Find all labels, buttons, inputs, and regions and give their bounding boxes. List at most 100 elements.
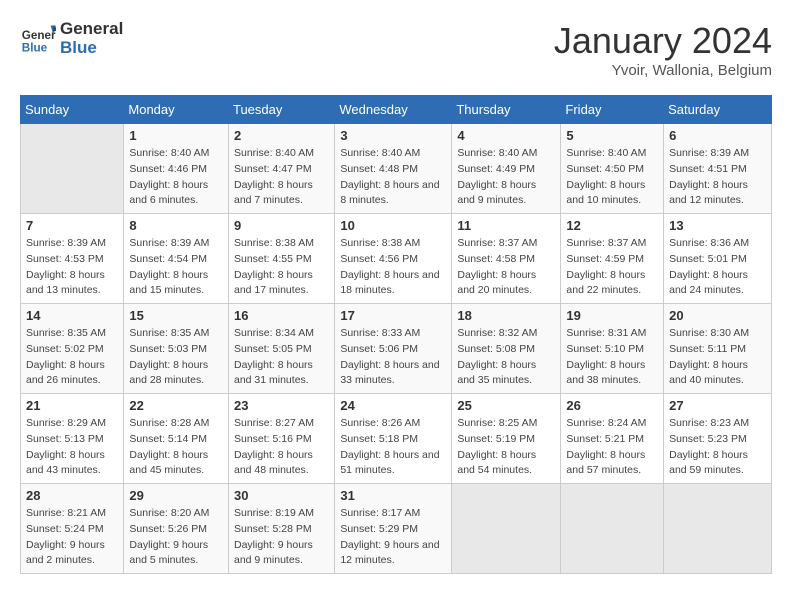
day-number: 21 xyxy=(26,398,118,413)
day-number: 11 xyxy=(457,218,555,233)
day-number: 18 xyxy=(457,308,555,323)
calendar-cell: 8 Sunrise: 8:39 AMSunset: 4:54 PMDaylight… xyxy=(124,214,229,304)
day-number: 15 xyxy=(129,308,223,323)
calendar-cell xyxy=(561,484,664,574)
day-number: 9 xyxy=(234,218,329,233)
day-number: 12 xyxy=(566,218,658,233)
calendar-cell: 27Sunrise: 8:23 AMSunset: 5:23 PMDayligh… xyxy=(664,394,772,484)
calendar-cell: 23Sunrise: 8:27 AMSunset: 5:16 PMDayligh… xyxy=(228,394,334,484)
day-number: 16 xyxy=(234,308,329,323)
day-number: 24 xyxy=(340,398,446,413)
day-number: 14 xyxy=(26,308,118,323)
calendar-cell: 13 Sunrise: 8:36 AMSunset: 5:01 PMDayligh… xyxy=(664,214,772,304)
day-info: Sunrise: 8:19 AMSunset: 5:28 PMDaylight:… xyxy=(234,506,329,569)
svg-text:Blue: Blue xyxy=(22,41,48,54)
day-info: Sunrise: 8:39 AMSunset: 4:53 PMDaylight:… xyxy=(26,236,118,299)
calendar-cell: 22 Sunrise: 8:28 AMSunset: 5:14 PMDayligh… xyxy=(124,394,229,484)
calendar-cell: 1Sunrise: 8:40 AMSunset: 4:46 PMDaylight… xyxy=(124,124,229,214)
day-info: Sunrise: 8:21 AMSunset: 5:24 PMDaylight:… xyxy=(26,506,118,569)
calendar-cell xyxy=(664,484,772,574)
logo-general: General xyxy=(60,20,123,39)
day-number: 22 xyxy=(129,398,223,413)
day-number: 2 xyxy=(234,128,329,143)
day-number: 19 xyxy=(566,308,658,323)
weekday-header-friday: Friday xyxy=(561,96,664,124)
day-number: 6 xyxy=(669,128,766,143)
day-info: Sunrise: 8:28 AMSunset: 5:14 PMDaylight:… xyxy=(129,416,223,479)
day-info: Sunrise: 8:24 AMSunset: 5:21 PMDaylight:… xyxy=(566,416,658,479)
logo-blue: Blue xyxy=(60,39,123,58)
calendar-cell: 24Sunrise: 8:26 AMSunset: 5:18 PMDayligh… xyxy=(335,394,452,484)
day-number: 29 xyxy=(129,488,223,503)
calendar-cell: 25 Sunrise: 8:25 AMSunset: 5:19 PMDayligh… xyxy=(452,394,561,484)
calendar-cell: 30 Sunrise: 8:19 AMSunset: 5:28 PMDayligh… xyxy=(228,484,334,574)
day-number: 3 xyxy=(340,128,446,143)
logo-icon: General Blue xyxy=(20,21,56,57)
day-info: Sunrise: 8:40 AMSunset: 4:49 PMDaylight:… xyxy=(457,146,555,209)
day-info: Sunrise: 8:29 AMSunset: 5:13 PMDaylight:… xyxy=(26,416,118,479)
calendar-cell: 20Sunrise: 8:30 AMSunset: 5:11 PMDayligh… xyxy=(664,304,772,394)
calendar-cell: 28 Sunrise: 8:21 AMSunset: 5:24 PMDayligh… xyxy=(21,484,124,574)
calendar-cell: 15 Sunrise: 8:35 AMSunset: 5:03 PMDayligh… xyxy=(124,304,229,394)
day-number: 13 xyxy=(669,218,766,233)
calendar-cell: 5Sunrise: 8:40 AMSunset: 4:50 PMDaylight… xyxy=(561,124,664,214)
calendar-cell: 4 Sunrise: 8:40 AMSunset: 4:49 PMDaylight… xyxy=(452,124,561,214)
day-number: 28 xyxy=(26,488,118,503)
day-number: 30 xyxy=(234,488,329,503)
day-number: 10 xyxy=(340,218,446,233)
calendar-cell: 17 Sunrise: 8:33 AMSunset: 5:06 PMDayligh… xyxy=(335,304,452,394)
calendar-cell: 6 Sunrise: 8:39 AMSunset: 4:51 PMDaylight… xyxy=(664,124,772,214)
day-info: Sunrise: 8:40 AMSunset: 4:50 PMDaylight:… xyxy=(566,146,658,209)
weekday-header-monday: Monday xyxy=(124,96,229,124)
calendar-cell: 16 Sunrise: 8:34 AMSunset: 5:05 PMDayligh… xyxy=(228,304,334,394)
day-info: Sunrise: 8:39 AMSunset: 4:51 PMDaylight:… xyxy=(669,146,766,209)
day-number: 27 xyxy=(669,398,766,413)
week-row-4: 21 Sunrise: 8:29 AMSunset: 5:13 PMDayligh… xyxy=(21,394,772,484)
day-info: Sunrise: 8:20 AMSunset: 5:26 PMDaylight:… xyxy=(129,506,223,569)
weekday-header-row: SundayMondayTuesdayWednesdayThursdayFrid… xyxy=(21,96,772,124)
day-info: Sunrise: 8:35 AMSunset: 5:02 PMDaylight:… xyxy=(26,326,118,389)
title-block: January 2024 Yvoir, Wallonia, Belgium xyxy=(554,20,772,79)
day-number: 4 xyxy=(457,128,555,143)
day-info: Sunrise: 8:25 AMSunset: 5:19 PMDaylight:… xyxy=(457,416,555,479)
day-info: Sunrise: 8:37 AMSunset: 4:59 PMDaylight:… xyxy=(566,236,658,299)
calendar-cell: 3Sunrise: 8:40 AMSunset: 4:48 PMDaylight… xyxy=(335,124,452,214)
calendar-table: SundayMondayTuesdayWednesdayThursdayFrid… xyxy=(20,95,772,574)
day-info: Sunrise: 8:40 AMSunset: 4:47 PMDaylight:… xyxy=(234,146,329,209)
day-info: Sunrise: 8:37 AMSunset: 4:58 PMDaylight:… xyxy=(457,236,555,299)
day-number: 8 xyxy=(129,218,223,233)
calendar-cell: 9 Sunrise: 8:38 AMSunset: 4:55 PMDaylight… xyxy=(228,214,334,304)
calendar-cell: 18 Sunrise: 8:32 AMSunset: 5:08 PMDayligh… xyxy=(452,304,561,394)
day-info: Sunrise: 8:32 AMSunset: 5:08 PMDaylight:… xyxy=(457,326,555,389)
calendar-subtitle: Yvoir, Wallonia, Belgium xyxy=(554,62,772,79)
weekday-header-saturday: Saturday xyxy=(664,96,772,124)
calendar-cell: 7 Sunrise: 8:39 AMSunset: 4:53 PMDaylight… xyxy=(21,214,124,304)
calendar-cell: 29 Sunrise: 8:20 AMSunset: 5:26 PMDayligh… xyxy=(124,484,229,574)
day-info: Sunrise: 8:35 AMSunset: 5:03 PMDaylight:… xyxy=(129,326,223,389)
day-info: Sunrise: 8:38 AMSunset: 4:56 PMDaylight:… xyxy=(340,236,446,299)
day-number: 1 xyxy=(129,128,223,143)
day-info: Sunrise: 8:17 AMSunset: 5:29 PMDaylight:… xyxy=(340,506,446,569)
week-row-1: 1Sunrise: 8:40 AMSunset: 4:46 PMDaylight… xyxy=(21,124,772,214)
day-number: 7 xyxy=(26,218,118,233)
calendar-cell: 31Sunrise: 8:17 AMSunset: 5:29 PMDayligh… xyxy=(335,484,452,574)
day-info: Sunrise: 8:27 AMSunset: 5:16 PMDaylight:… xyxy=(234,416,329,479)
day-info: Sunrise: 8:38 AMSunset: 4:55 PMDaylight:… xyxy=(234,236,329,299)
day-info: Sunrise: 8:39 AMSunset: 4:54 PMDaylight:… xyxy=(129,236,223,299)
calendar-cell xyxy=(21,124,124,214)
day-number: 25 xyxy=(457,398,555,413)
calendar-cell: 14 Sunrise: 8:35 AMSunset: 5:02 PMDayligh… xyxy=(21,304,124,394)
calendar-cell: 21 Sunrise: 8:29 AMSunset: 5:13 PMDayligh… xyxy=(21,394,124,484)
day-info: Sunrise: 8:30 AMSunset: 5:11 PMDaylight:… xyxy=(669,326,766,389)
day-info: Sunrise: 8:31 AMSunset: 5:10 PMDaylight:… xyxy=(566,326,658,389)
day-info: Sunrise: 8:36 AMSunset: 5:01 PMDaylight:… xyxy=(669,236,766,299)
weekday-header-wednesday: Wednesday xyxy=(335,96,452,124)
week-row-2: 7 Sunrise: 8:39 AMSunset: 4:53 PMDaylight… xyxy=(21,214,772,304)
day-info: Sunrise: 8:34 AMSunset: 5:05 PMDaylight:… xyxy=(234,326,329,389)
calendar-title: January 2024 xyxy=(554,20,772,62)
day-number: 17 xyxy=(340,308,446,323)
calendar-cell: 2 Sunrise: 8:40 AMSunset: 4:47 PMDaylight… xyxy=(228,124,334,214)
calendar-cell: 10 Sunrise: 8:38 AMSunset: 4:56 PMDayligh… xyxy=(335,214,452,304)
day-info: Sunrise: 8:33 AMSunset: 5:06 PMDaylight:… xyxy=(340,326,446,389)
logo: General Blue General Blue xyxy=(20,20,123,57)
